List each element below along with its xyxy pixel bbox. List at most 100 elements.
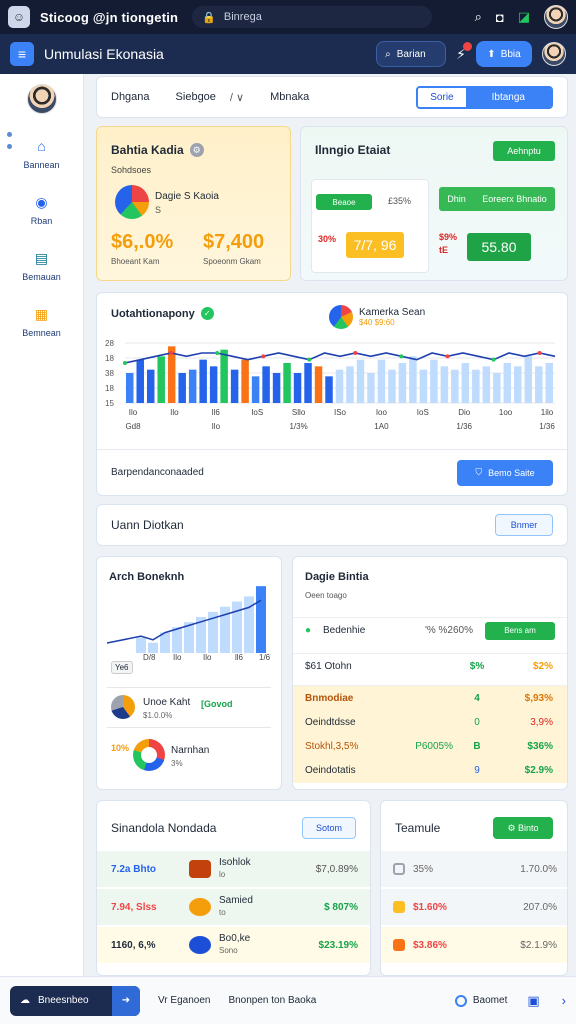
chart-bar[interactable]	[157, 356, 165, 403]
list-item[interactable]: 7.2a Bhto Isohlok lo $7,0.89%	[97, 851, 370, 887]
chart-bar[interactable]	[388, 369, 396, 403]
share-button[interactable]: ⬆ Bbia	[476, 41, 532, 67]
chart-bar[interactable]	[136, 359, 144, 403]
tab-2[interactable]: Siebgoe	[176, 91, 216, 103]
mini-chart-bar[interactable]	[136, 637, 146, 653]
extension-icon[interactable]: ◪	[518, 9, 530, 25]
chart-bar[interactable]	[325, 376, 333, 403]
chart-bar[interactable]	[146, 369, 155, 403]
chart-footer-button[interactable]: ⛉ Bemo Saite	[457, 459, 553, 486]
notification-icon[interactable]: ⚡	[456, 41, 472, 63]
menu-icon[interactable]: ≡	[10, 42, 34, 66]
chart-bar[interactable]	[377, 359, 386, 403]
chart-point[interactable]	[169, 351, 174, 355]
chart-bar[interactable]	[398, 363, 407, 403]
kpi2-button[interactable]: Aehnptu	[493, 141, 555, 161]
chart-bar[interactable]	[493, 373, 501, 403]
gear-icon[interactable]: ⚙	[189, 143, 204, 157]
section-button[interactable]: Bnmer	[495, 514, 553, 536]
chart-bar[interactable]	[314, 366, 323, 403]
primary-action-button[interactable]: ☁ Bneesnbeo ➜	[10, 985, 140, 1016]
bottom-link-2[interactable]: Bnonpen ton Baoka	[228, 995, 316, 1006]
mini-chart-bar[interactable]	[256, 586, 266, 653]
chart-bar[interactable]	[230, 369, 239, 403]
clipboard-icon[interactable]: ▣	[527, 993, 539, 1009]
chevron-down-icon[interactable]: / ∨	[230, 91, 244, 104]
chart-bar[interactable]	[209, 366, 218, 403]
chart-bar[interactable]	[304, 363, 312, 403]
avatar[interactable]	[544, 5, 568, 29]
chart-bar[interactable]	[461, 363, 470, 403]
bottom-link-1[interactable]: Vr Eganoen	[158, 995, 210, 1006]
chart-bar[interactable]	[472, 369, 480, 403]
search-icon[interactable]: ⌕	[475, 9, 482, 25]
chart-bar[interactable]	[356, 359, 365, 403]
kpi2-green-pill[interactable]: Dhin Eoreerx Bhnatio	[439, 187, 555, 211]
table-row[interactable]: ● Bedenhie '% %260% Bens am	[293, 617, 567, 643]
bottom-left-button[interactable]: Sotom	[302, 817, 356, 839]
chart-bar[interactable]	[409, 356, 417, 403]
table-row[interactable]: Oeindtdsse 0 3,9%	[293, 709, 567, 735]
chart-bar[interactable]	[283, 363, 291, 403]
list-item[interactable]: $1.60% 207.0%	[381, 889, 567, 925]
tab-3[interactable]: Mbnaka	[270, 91, 309, 103]
chart-bar[interactable]	[535, 366, 543, 403]
chart-bar[interactable]	[367, 373, 375, 403]
segment-off[interactable]: Ibtanga	[465, 87, 551, 107]
chart-bar[interactable]	[199, 359, 207, 403]
chart-point[interactable]	[215, 351, 220, 355]
chart-point[interactable]	[445, 354, 450, 359]
chart-bar[interactable]	[335, 369, 344, 403]
address-bar[interactable]: 🔒 Binrega	[192, 6, 433, 28]
chart-bar[interactable]	[419, 369, 428, 403]
chart-bar[interactable]	[503, 363, 512, 403]
chart-bar[interactable]	[178, 373, 186, 403]
chart-bar[interactable]	[440, 366, 449, 403]
sidebar-item-chart[interactable]: ◉ Rban	[0, 192, 83, 227]
chart-bar[interactable]	[346, 366, 354, 403]
sidebar-item-database[interactable]: ▤ Bemauan	[0, 248, 83, 283]
chart-bar[interactable]	[524, 356, 533, 403]
chart-point[interactable]	[491, 357, 496, 362]
sidebar-item-home[interactable]: ⌂ Bannean	[0, 132, 83, 170]
chart-bar[interactable]	[262, 366, 270, 403]
kpi2-pill[interactable]: Beaoe	[316, 194, 372, 210]
bottom-right-button[interactable]: ⚙ Binto	[493, 817, 553, 839]
chart-bar[interactable]	[272, 373, 281, 403]
search-button[interactable]: ⌕ Barian	[376, 41, 447, 67]
table-row[interactable]: Oeindotatis 9 $2.9%	[293, 757, 567, 783]
chart-point[interactable]	[353, 351, 358, 355]
chart-bar[interactable]	[545, 363, 553, 403]
chart-bar[interactable]	[451, 369, 459, 403]
table-row[interactable]: Stokhl,3,5% P6005% B $36%	[293, 733, 567, 759]
chart-bar[interactable]	[293, 373, 302, 403]
chart-bar[interactable]	[220, 349, 228, 403]
chart-point[interactable]	[261, 354, 266, 359]
mini-chart-bar[interactable]	[172, 627, 182, 653]
tab-1[interactable]: Dhgana	[111, 91, 150, 103]
chart-point[interactable]	[399, 354, 404, 359]
row-button[interactable]: Bens am	[485, 621, 555, 640]
list-item[interactable]: 7.94, Slss Samied to $ 807%	[97, 889, 370, 925]
sidebar-item-document[interactable]: ▦ Bemnean	[0, 304, 83, 339]
list-item[interactable]: 35% 1.70.0%	[381, 851, 567, 887]
window-icon[interactable]: ◘	[496, 10, 504, 25]
mini-chart-bar[interactable]	[148, 642, 158, 653]
arrow-right-icon[interactable]: ➜	[112, 985, 140, 1016]
list-item[interactable]: 1160, 6,% Bo0,ke Sono $23.19%	[97, 927, 370, 963]
table-row[interactable]: $61 Otohn $% $2%	[293, 653, 567, 679]
list-item[interactable]: $3.86% $2.1.9%	[381, 927, 567, 963]
chart-bar[interactable]	[514, 366, 522, 403]
segment-on[interactable]: Sorie	[418, 87, 466, 107]
avatar[interactable]	[542, 42, 566, 66]
chart-point[interactable]	[537, 351, 542, 355]
chart-point[interactable]	[307, 357, 312, 362]
bottom-share[interactable]: Baomet	[454, 994, 507, 1007]
sidebar-avatar[interactable]	[26, 84, 57, 114]
chart-point[interactable]	[123, 361, 127, 365]
chart-bar[interactable]	[241, 359, 249, 403]
chart-bar[interactable]	[430, 359, 438, 403]
chevron-right-icon[interactable]: ›	[562, 993, 566, 1008]
table-row[interactable]: Bnmodiae 4 $,93%	[293, 685, 567, 711]
chart-bar[interactable]	[251, 376, 260, 403]
